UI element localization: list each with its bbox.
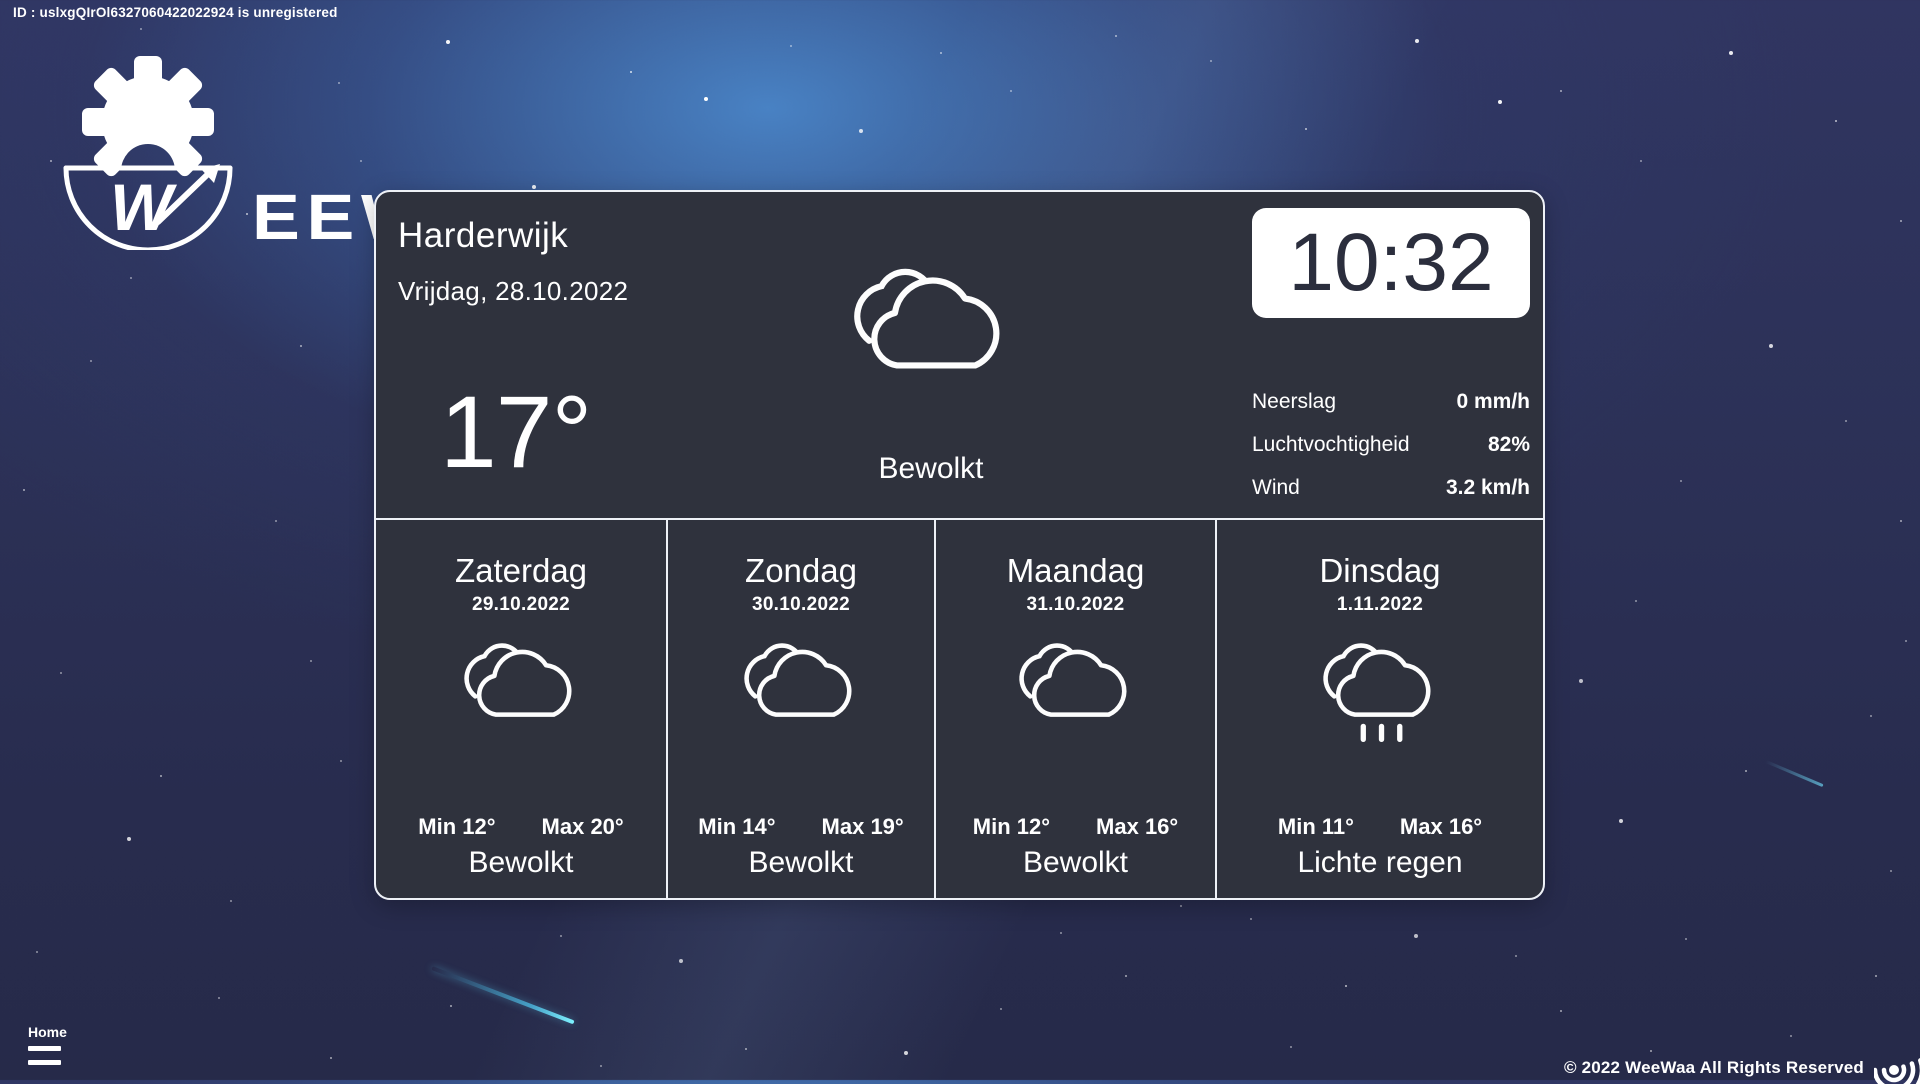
weather-details: Neerslag 0 mm/h Luchtvochtigheid 82% Win… [1252,388,1530,502]
home-label: Home [28,1024,67,1040]
registration-notice: ID : uslxgQIrOl6327060422022924 is unreg… [13,5,338,20]
forecast-card: Zaterdag 29.10.2022 Min 12° Max 20° Bewo… [376,520,666,898]
forecast-day: Zondag [668,552,934,590]
forecast-condition: Bewolkt [936,846,1215,880]
home-menu-button[interactable]: Home [28,1024,67,1065]
max-temp: Max 20° [542,814,624,840]
detail-label: Neerslag [1252,388,1336,416]
forecast-condition: Bewolkt [668,846,934,880]
forecast-minmax: Min 12° Max 16° [936,814,1215,840]
forecast-date: 29.10.2022 [376,594,666,616]
weather-detail-row: Neerslag 0 mm/h [1252,388,1530,416]
gear-logo-icon: W [58,50,243,250]
rain-drops [1361,724,1403,742]
forecast-minmax: Min 11° Max 16° [1217,814,1543,840]
current-condition: Bewolkt [778,452,1084,486]
forecast-day: Dinsdag [1217,552,1543,590]
min-temp: Min 14° [698,814,775,840]
brand-monogram: W [110,170,177,244]
current-temperature: 17° [440,374,591,491]
forecast-day: Zaterdag [376,552,666,590]
cloudy-icon [445,628,597,744]
forecast-day: Maandag [936,552,1215,590]
detail-value: 0 mm/h [1456,388,1530,416]
detail-label: Luchtvochtigheid [1252,431,1410,459]
menu-icon [28,1046,61,1051]
forecast-section: Zaterdag 29.10.2022 Min 12° Max 20° Bewo… [376,518,1543,898]
weather-detail-row: Wind 3.2 km/h [1252,474,1530,502]
forecast-card: Dinsdag 1.11.2022 Min 11° Max 16° Lichte… [1215,520,1543,898]
forecast-condition: Lichte regen [1217,846,1543,880]
clock-display: 10:32 [1252,208,1530,318]
min-temp: Min 12° [973,814,1050,840]
cloudy-icon [828,246,1034,376]
min-temp: Min 12° [418,814,495,840]
cloudy-icon [1000,628,1152,744]
forecast-card: Maandag 31.10.2022 Min 12° Max 16° Bewol… [934,520,1215,898]
forecast-card: Zondag 30.10.2022 Min 14° Max 19° Bewolk… [666,520,934,898]
forecast-condition: Bewolkt [376,846,666,880]
detail-label: Wind [1252,474,1300,502]
forecast-date: 31.10.2022 [936,594,1215,616]
weather-card: Harderwijk Vrijdag, 28.10.2022 17° Bewol… [374,190,1545,900]
max-temp: Max 16° [1400,814,1482,840]
current-date: Vrijdag, 28.10.2022 [398,276,628,307]
detail-value: 3.2 km/h [1446,474,1530,502]
forecast-minmax: Min 12° Max 20° [376,814,666,840]
detail-value: 82% [1488,431,1530,459]
signal-icon [1874,1032,1920,1084]
copyright-text: © 2022 WeeWaa All Rights Reserved [1564,1058,1864,1078]
max-temp: Max 16° [1096,814,1178,840]
city-name: Harderwijk [398,216,568,256]
star-field [0,0,2,2]
weather-detail-row: Luchtvochtigheid 82% [1252,431,1530,459]
min-temp: Min 11° [1278,814,1354,840]
menu-icon [28,1060,61,1065]
forecast-date: 30.10.2022 [668,594,934,616]
cloudy-icon [725,628,877,744]
current-weather-section: Harderwijk Vrijdag, 28.10.2022 17° Bewol… [376,192,1543,518]
forecast-date: 1.11.2022 [1217,594,1543,616]
forecast-minmax: Min 14° Max 19° [668,814,934,840]
light-rain-icon [1304,628,1456,744]
max-temp: Max 19° [822,814,904,840]
